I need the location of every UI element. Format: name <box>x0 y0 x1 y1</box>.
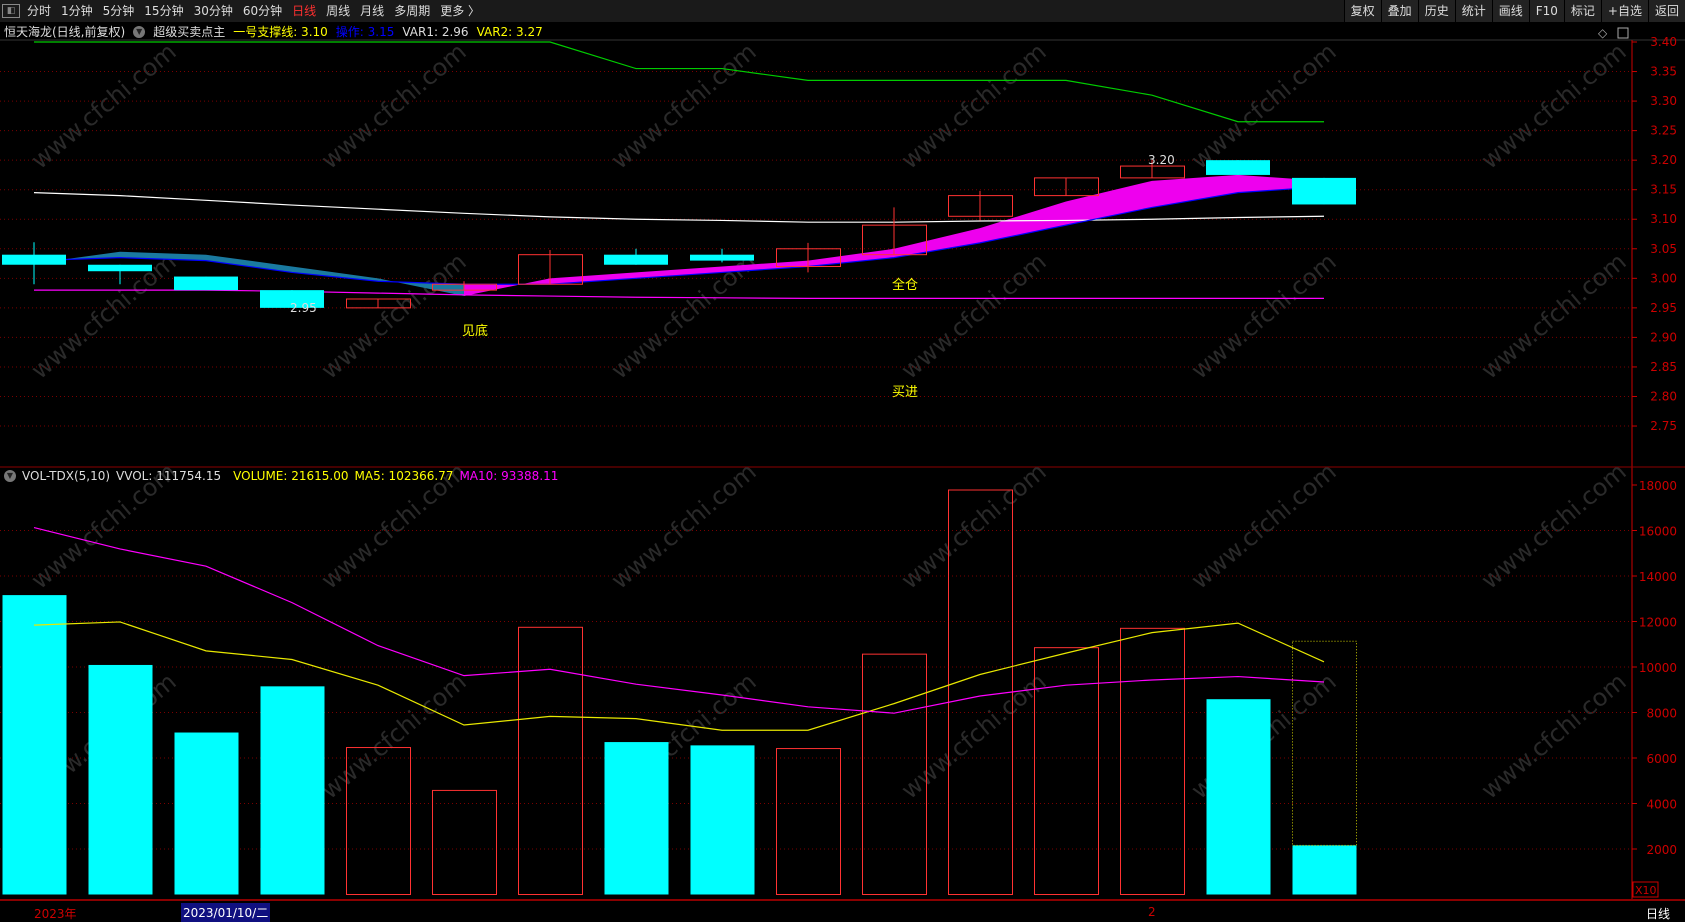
volume-bar <box>432 789 497 896</box>
price-tick-label: 3.05 <box>1650 242 1677 256</box>
date-axis: 2023年 2023/01/10/二 2 日线 <box>0 899 1685 922</box>
volume-bar <box>1292 845 1357 895</box>
band-segment <box>464 278 550 297</box>
price-tick-label: 3.10 <box>1650 212 1677 226</box>
volume-tick-label: 18000 <box>1639 479 1677 493</box>
price-tick-label: 3.15 <box>1650 183 1677 197</box>
vvol-value: VVOL: 111754.15 <box>116 469 222 483</box>
volume-value: VOLUME: 21615.00 <box>233 469 349 483</box>
volume-tick-label: 10000 <box>1639 661 1677 675</box>
watermark: www.cfchi.com <box>316 247 472 384</box>
price-tick-label: 3.00 <box>1650 271 1677 285</box>
band-segment <box>1152 174 1238 208</box>
price-tick-label: 3.35 <box>1650 65 1677 79</box>
cursor-date: 2023/01/10/二 <box>181 903 271 922</box>
price-tick-label: 2.85 <box>1650 360 1677 374</box>
volume-bar <box>690 745 755 895</box>
jiandi-signal: 见底 <box>462 323 488 339</box>
watermark: www.cfchi.com <box>26 37 182 174</box>
watermark: www.cfchi.com <box>896 247 1052 384</box>
kline-chart[interactable]: www.cfchi.com www.cfchi.com www.cfchi.com w… <box>0 0 1685 922</box>
ma10-value: MA10: 93388.11 <box>459 469 559 483</box>
price-tick-label: 3.30 <box>1650 94 1677 108</box>
price-tick-label: 3.25 <box>1650 124 1677 138</box>
ma5-value: MA5: 102366.77 <box>354 469 454 483</box>
band-segment <box>894 228 980 258</box>
band-segment <box>980 201 1066 243</box>
price-tick-label: 3.20 <box>1650 153 1677 167</box>
volume-tick-label: 16000 <box>1639 525 1677 539</box>
watermark: www.cfchi.com <box>896 37 1052 174</box>
var1-line <box>34 289 1324 300</box>
volume-tick-label: 6000 <box>1646 752 1677 766</box>
watermark: www.cfchi.com <box>1476 37 1632 174</box>
candle-down <box>88 264 152 272</box>
watermark: www.cfchi.com <box>896 667 1052 804</box>
maijin-signal: 买进 <box>892 385 918 400</box>
watermark: www.cfchi.com <box>1476 667 1632 804</box>
volume-bar <box>174 732 239 895</box>
volume-tick-label: 8000 <box>1646 707 1677 721</box>
volume-unit-label: X10 <box>1635 884 1657 897</box>
quancang-signal: 全仓 <box>892 277 918 293</box>
band-segment <box>206 254 292 273</box>
candle-down <box>174 276 238 291</box>
watermark: www.cfchi.com <box>606 457 762 594</box>
volume-tick-label: 2000 <box>1646 843 1677 857</box>
watermark: www.cfchi.com <box>1476 457 1632 594</box>
band-segment <box>1066 180 1152 226</box>
low-price-label: 2.95 <box>290 301 317 315</box>
watermark: www.cfchi.com <box>316 37 472 174</box>
watermark: www.cfchi.com <box>1186 247 1342 384</box>
watermark: www.cfchi.com <box>606 37 762 174</box>
volume-dropdown-icon[interactable]: ▼ <box>4 470 16 482</box>
candle-down <box>1292 177 1356 205</box>
high-price-label: 3.20 <box>1148 153 1175 167</box>
diamond-icon: ◇ <box>1598 26 1608 40</box>
volume-tick-label: 12000 <box>1639 616 1677 630</box>
band-segment <box>550 272 636 285</box>
volume-tick-label: 14000 <box>1639 570 1677 584</box>
month-label: 2 <box>1148 905 1156 919</box>
volume-bar <box>2 595 67 895</box>
volume-bar <box>776 748 841 896</box>
price-tick-label: 2.95 <box>1650 301 1677 315</box>
candle-down <box>604 254 668 265</box>
volume-indicator-header: ▼ VOL-TDX(5,10) VVOL: 111754.15 VOLUME: … <box>4 469 558 483</box>
candle-down <box>1206 160 1270 175</box>
price-tick-label: 2.75 <box>1650 419 1677 433</box>
watermark: www.cfchi.com <box>896 457 1052 594</box>
watermark: www.cfchi.com <box>1186 37 1342 174</box>
candle-down <box>690 254 754 261</box>
volume-tick-label: 4000 <box>1646 798 1677 812</box>
volume-bar <box>1206 699 1271 895</box>
period-label[interactable]: 日线 <box>1646 905 1670 922</box>
volume-bar <box>604 742 669 895</box>
year-label: 2023年 <box>34 907 77 921</box>
price-tick-label: 3.40 <box>1650 35 1677 49</box>
volume-bar <box>1120 627 1185 895</box>
volume-ma10-line <box>33 526 1325 714</box>
watermark: www.cfchi.com <box>1476 247 1632 384</box>
price-tick-label: 2.90 <box>1650 330 1677 344</box>
vol-name[interactable]: VOL-TDX(5,10) <box>22 469 110 483</box>
watermark: www.cfchi.com <box>1186 457 1342 594</box>
volume-bar <box>88 664 153 895</box>
volume-ma5-line <box>33 621 1325 731</box>
volume-bar <box>260 686 325 895</box>
band-segment <box>808 248 894 267</box>
watermark: www.cfchi.com <box>316 667 472 804</box>
panel-toggle-icon <box>1617 27 1629 39</box>
candle-down <box>2 254 66 265</box>
price-tick-label: 2.80 <box>1650 389 1677 403</box>
